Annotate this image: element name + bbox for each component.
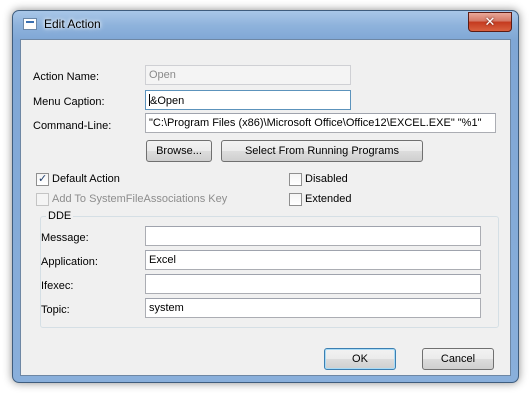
disabled-label: Disabled bbox=[305, 173, 348, 185]
dde-topic-field[interactable]: system bbox=[145, 298, 481, 318]
edit-action-window: Edit Action ✕ Action Name: Open Menu Cap… bbox=[12, 10, 519, 383]
close-button[interactable]: ✕ bbox=[468, 12, 512, 32]
add-sfa-label: Add To SystemFileAssociations Key bbox=[52, 193, 228, 205]
dde-message-label: Message: bbox=[41, 232, 89, 244]
command-line-field[interactable]: "C:\Program Files (x86)\Microsoft Office… bbox=[145, 113, 496, 133]
checkmark-icon: ✓ bbox=[38, 173, 48, 185]
window-title: Edit Action bbox=[44, 17, 101, 31]
dialog-client-area: Action Name: Open Menu Caption: &Open Co… bbox=[20, 39, 511, 376]
dde-application-label: Application: bbox=[41, 256, 98, 268]
disabled-checkbox[interactable] bbox=[289, 173, 302, 186]
browse-button[interactable]: Browse... bbox=[146, 140, 212, 162]
menu-caption-field[interactable]: &Open bbox=[145, 90, 351, 110]
dde-ifexec-label: Ifexec: bbox=[41, 280, 74, 292]
ok-button[interactable]: OK bbox=[324, 348, 396, 370]
window-app-icon bbox=[23, 18, 37, 30]
action-name-field: Open bbox=[145, 65, 351, 85]
dde-application-field[interactable]: Excel bbox=[145, 250, 481, 270]
dde-topic-label: Topic: bbox=[41, 304, 70, 316]
dde-ifexec-field[interactable] bbox=[145, 274, 481, 294]
cancel-button[interactable]: Cancel bbox=[422, 348, 494, 370]
close-icon: ✕ bbox=[484, 14, 496, 29]
dde-message-field[interactable] bbox=[145, 226, 481, 246]
default-action-checkbox[interactable]: ✓ bbox=[36, 173, 49, 186]
menu-caption-value: &Open bbox=[150, 95, 185, 107]
extended-label: Extended bbox=[305, 193, 352, 205]
dde-group-title: DDE bbox=[46, 210, 74, 222]
default-action-label: Default Action bbox=[52, 173, 120, 185]
command-line-label: Command-Line: bbox=[33, 120, 112, 132]
select-from-running-programs-button[interactable]: Select From Running Programs bbox=[221, 140, 423, 162]
menu-caption-label: Menu Caption: bbox=[33, 96, 105, 108]
add-sfa-checkbox bbox=[36, 193, 49, 206]
extended-checkbox[interactable] bbox=[289, 193, 302, 206]
action-name-label: Action Name: bbox=[33, 71, 100, 83]
